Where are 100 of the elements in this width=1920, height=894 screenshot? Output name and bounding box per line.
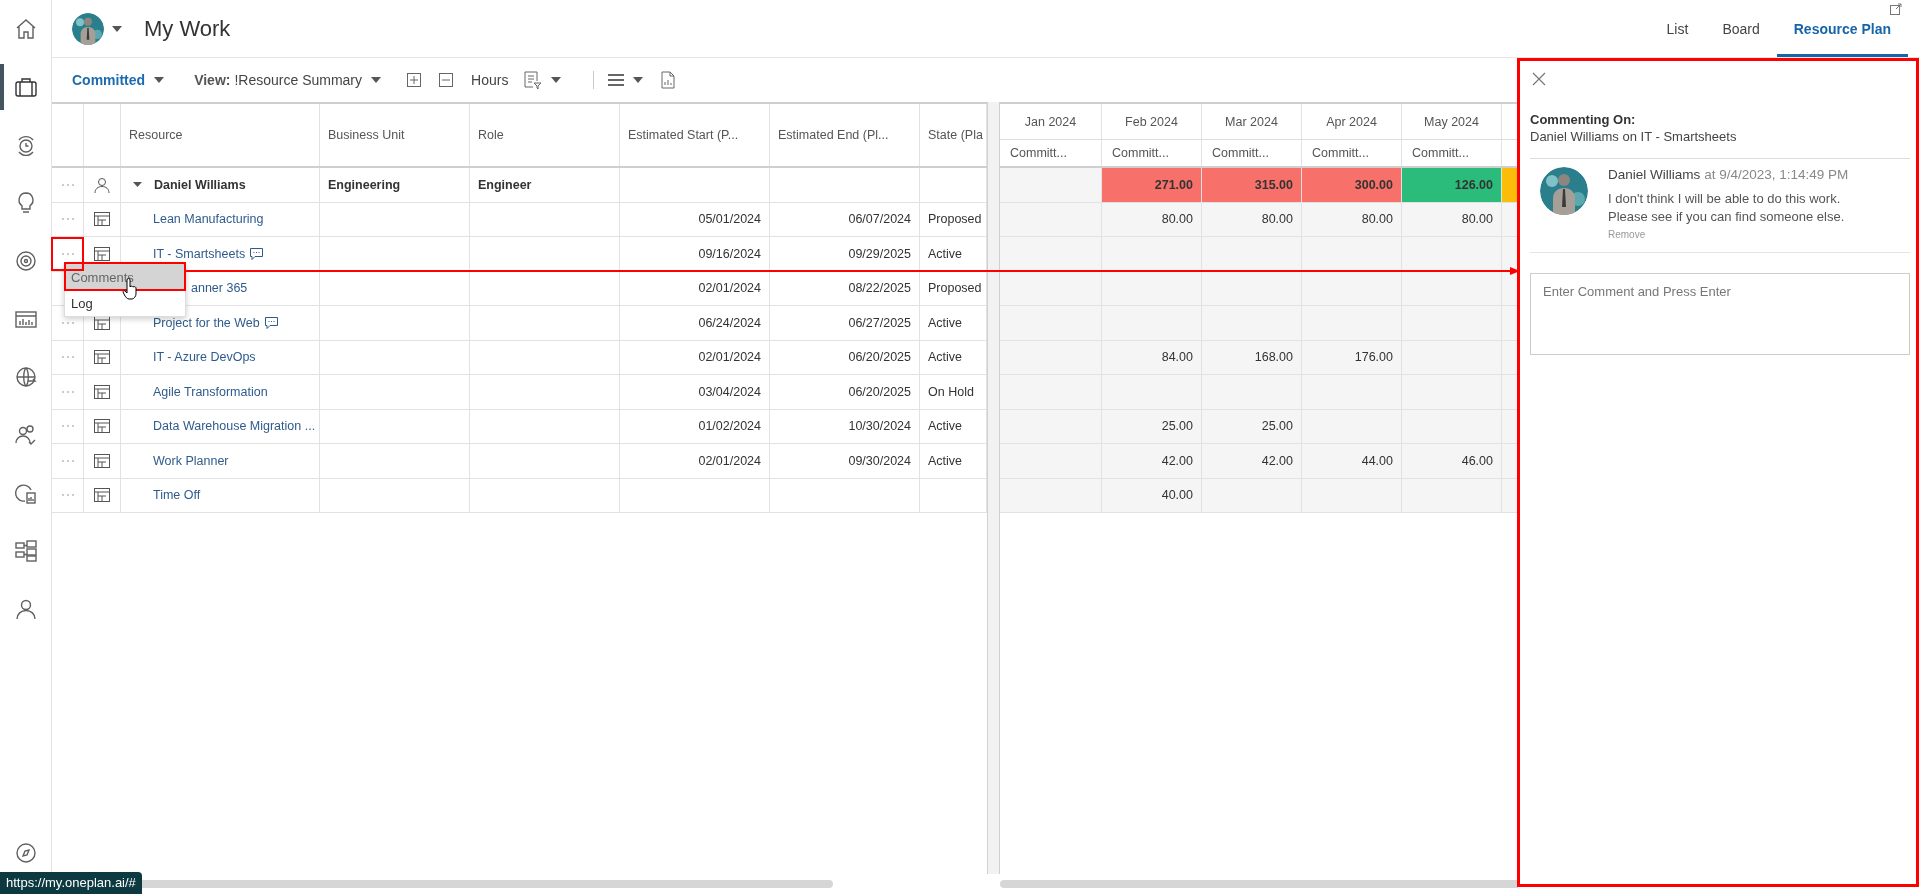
date-cell: 05/01/2024 (698, 212, 761, 227)
active-indicator (0, 64, 4, 110)
date-cell: 08/22/2025 (848, 281, 911, 296)
panel-heading: Commenting On: (1530, 112, 1637, 127)
total-cell: 315.00 (1202, 168, 1302, 202)
project-link[interactable]: Project for the Web (153, 315, 260, 330)
comment-icon[interactable] (264, 316, 278, 329)
url-tooltip: https://my.oneplan.ai/# (0, 872, 142, 894)
state-cell: On Hold (928, 384, 974, 399)
project-link[interactable]: IT - Azure DevOps (153, 350, 256, 365)
project-link[interactable]: Data Warehouse Migration ... (153, 419, 316, 434)
date-cell: 09/29/2025 (848, 246, 911, 261)
hours-cell: 168.00 (1202, 340, 1302, 374)
view-tab[interactable]: List (1649, 0, 1706, 57)
globe-icon[interactable] (13, 365, 38, 389)
units-button[interactable]: Hours (471, 72, 509, 88)
date-cell: 09/30/2024 (848, 453, 911, 468)
project-link[interactable]: Agile Transformation (153, 384, 268, 399)
report-icon[interactable] (13, 481, 38, 505)
project-link[interactable]: Time Off (153, 488, 201, 503)
date-cell: 06/20/2025 (848, 384, 911, 399)
expand-icon[interactable] (1890, 3, 1902, 15)
hours-cell: 42.00 (1102, 444, 1202, 478)
state-cell: Active (928, 350, 963, 365)
measure-header: Committ... (1402, 140, 1502, 166)
project-icon (94, 384, 110, 399)
report-icon[interactable] (661, 71, 676, 89)
month-header: Mar 2024 (1202, 104, 1302, 139)
column-header: Estimated End (Pl... (770, 104, 920, 166)
date-cell: 06/07/2024 (848, 212, 911, 227)
date-cell: 06/20/2025 (848, 350, 911, 365)
project-icon (94, 246, 110, 261)
hours-cell: 176.00 (1302, 340, 1402, 374)
comment-icon[interactable] (250, 247, 264, 260)
view-tab[interactable]: Resource Plan (1776, 0, 1908, 57)
column-header: Role (470, 104, 620, 166)
comment-time: at 9/4/2023, 1:14:49 PM (1704, 167, 1849, 182)
caret-icon[interactable] (633, 77, 644, 83)
compass-icon[interactable] (13, 841, 38, 865)
caret-icon[interactable] (551, 77, 562, 83)
measure-header: Committ... (1302, 140, 1402, 166)
date-cell: 02/01/2024 (698, 281, 761, 296)
project-link[interactable]: anner 365 (191, 281, 248, 296)
filter-list-icon[interactable] (524, 71, 543, 89)
comment-input[interactable]: Enter Comment and Press Enter (1530, 273, 1910, 355)
hours-cell: 80.00 (1402, 202, 1502, 236)
view-tab[interactable]: Board (1705, 0, 1777, 57)
hours-cell: 25.00 (1102, 409, 1202, 443)
project-link[interactable]: Lean Manufacturing (153, 212, 264, 227)
total-cell: 126.00 (1402, 168, 1502, 202)
caret-icon[interactable] (371, 77, 382, 83)
project-icon (94, 453, 110, 468)
hours-cell: 84.00 (1102, 340, 1202, 374)
date-cell: 03/04/2024 (698, 384, 761, 399)
state-cell: Active (928, 246, 963, 261)
menu-item[interactable]: Comments (65, 264, 185, 290)
page-title: My Work (144, 15, 231, 42)
month-header: Jan 2024 (1000, 104, 1102, 139)
measure-dropdown[interactable]: Committed (72, 72, 165, 88)
hours-cell: 25.00 (1202, 409, 1302, 443)
menu-icon[interactable] (608, 74, 625, 86)
date-cell: 10/30/2024 (848, 419, 911, 434)
hours-cell: 40.00 (1102, 478, 1202, 512)
view-dropdown[interactable]: View: !Resource Summary (194, 72, 382, 88)
total-cell: 271.00 (1102, 168, 1202, 202)
month-header: Apr 2024 (1302, 104, 1402, 139)
user-icon[interactable] (13, 597, 38, 621)
hours-cell: 46.00 (1402, 444, 1502, 478)
month-header: May 2024 (1402, 104, 1502, 139)
expand-all-icon[interactable] (407, 73, 422, 87)
close-icon[interactable] (1532, 72, 1546, 86)
comment-author: Daniel Williams (1608, 167, 1701, 182)
project-link[interactable]: IT - Smartsheets (153, 246, 246, 261)
date-cell: 06/24/2024 (698, 315, 761, 330)
state-cell: Proposed (928, 281, 982, 296)
total-cell: 300.00 (1302, 168, 1402, 202)
people-icon[interactable] (13, 423, 38, 447)
panel-subject: Daniel Williams on IT - Smartsheets (1530, 129, 1738, 144)
collapse-caret-icon[interactable] (133, 180, 142, 190)
hours-cell: 80.00 (1202, 202, 1302, 236)
collapse-all-icon[interactable] (439, 73, 454, 87)
caret-icon[interactable] (154, 77, 165, 83)
table-cell: Engineering (328, 177, 401, 192)
project-icon (94, 212, 110, 227)
target-icon[interactable] (13, 249, 38, 273)
table-cell: Engineer (478, 177, 532, 192)
hours-cell: 80.00 (1302, 202, 1402, 236)
state-cell: Active (928, 453, 963, 468)
hierarchy-icon[interactable] (13, 539, 38, 563)
briefcase-icon[interactable] (13, 75, 38, 99)
comment-text: I don't think I will be able to do this work. Please see if you can find someone else. (1608, 190, 1846, 226)
resource-name: Daniel Williams (154, 177, 246, 192)
avatar (72, 12, 104, 45)
project-icon (94, 419, 110, 434)
project-icon (94, 350, 110, 365)
project-link[interactable]: Work Planner (153, 453, 229, 468)
state-cell: Active (928, 419, 963, 434)
measure-header: Committ... (1102, 140, 1202, 166)
caret-icon[interactable] (112, 25, 122, 32)
date-cell: 09/16/2024 (698, 246, 761, 261)
